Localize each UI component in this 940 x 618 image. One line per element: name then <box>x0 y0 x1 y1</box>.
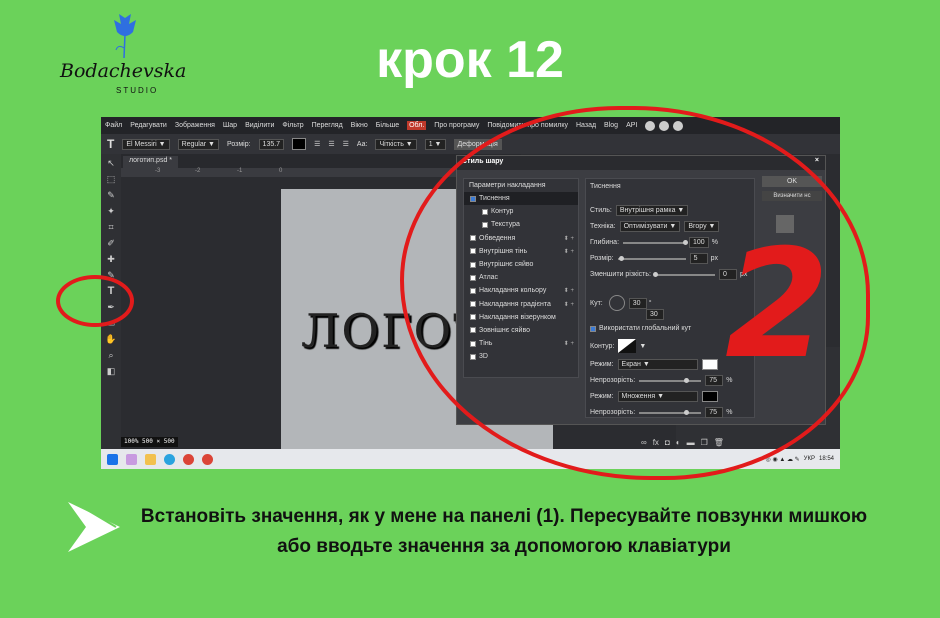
menu-item-image[interactable]: Зображення <box>175 122 215 129</box>
menu-item-filter[interactable]: Фільтр <box>282 122 303 129</box>
crop-tool-icon[interactable]: ⌗ <box>105 222 117 232</box>
font-select[interactable]: El Messiri ▼ <box>122 138 170 150</box>
text-tool-highlight-ring <box>56 275 134 327</box>
chrome-active-icon[interactable] <box>202 453 213 465</box>
menu-item-layer[interactable]: Шар <box>223 122 237 129</box>
menu-item-select[interactable]: Виділити <box>245 122 274 129</box>
annotation-number: 2 <box>725 218 830 392</box>
language-indicator[interactable]: УКР <box>804 456 815 462</box>
copilot-icon[interactable] <box>126 453 137 465</box>
menu-item-about[interactable]: Про програму <box>434 122 479 129</box>
ruler-tick: -1 <box>237 168 243 174</box>
zoom-tool-icon[interactable]: ⌕ <box>105 350 117 360</box>
menu-item-more[interactable]: Більше <box>376 122 399 129</box>
clock[interactable]: 18:54 <box>819 456 834 462</box>
align-left-icon[interactable]: ☰ <box>314 140 320 148</box>
font-style-select[interactable]: Regular ▼ <box>177 138 219 150</box>
text-tool-icon[interactable]: T <box>107 137 114 151</box>
telegram-icon[interactable] <box>164 453 175 465</box>
menu-item-window[interactable]: Вікно <box>351 122 368 129</box>
hand-tool-icon[interactable]: ✋ <box>105 334 117 344</box>
text-color-swatch[interactable] <box>292 138 307 150</box>
close-icon[interactable]: × <box>815 157 819 164</box>
menu-item-view[interactable]: Перегляд <box>312 122 343 129</box>
zoom-status: 100% 500 × 500 <box>121 437 178 447</box>
font-size-label: Розмір: <box>226 140 251 148</box>
chevron-right-icon <box>68 501 120 552</box>
line-select[interactable]: 1 ▼ <box>424 138 446 150</box>
menu-item-account[interactable]: Обл. <box>407 121 427 130</box>
document-tab[interactable]: логотип.psd * <box>123 156 179 168</box>
color-swatches-icon[interactable]: ◧ <box>105 366 117 376</box>
ruler-tick: -2 <box>195 168 201 174</box>
instruction-text: Встановіть значення, як у мене на панелі… <box>140 506 868 557</box>
system-tray: ◔ ◎ ◉ ▲ ☁ ✎ УКР 18:54 <box>760 456 840 463</box>
eyedropper-tool-icon[interactable]: ✐ <box>105 238 117 248</box>
ruler-tick: 0 <box>279 168 283 174</box>
marquee-tool-icon[interactable]: ⬚ <box>105 174 117 184</box>
aa-label: Aa: <box>356 140 368 148</box>
wand-tool-icon[interactable]: ✦ <box>105 206 117 216</box>
heal-tool-icon[interactable]: ✚ <box>105 254 117 264</box>
menu-item-file[interactable]: Файл <box>105 122 122 129</box>
lasso-tool-icon[interactable]: ✎ <box>105 190 117 200</box>
ruler-tick: -3 <box>155 168 161 174</box>
antialias-select[interactable]: Чіткість ▼ <box>375 138 417 150</box>
chrome-icon[interactable] <box>183 453 194 465</box>
instruction-block: Встановіть значення, як у мене на панелі… <box>60 488 880 566</box>
menu-item-edit[interactable]: Редагувати <box>130 122 167 129</box>
font-size-input[interactable]: 135.7 <box>258 138 285 150</box>
align-center-icon[interactable]: ☰ <box>328 140 334 148</box>
align-right-icon[interactable]: ☰ <box>343 140 349 148</box>
step-title: крок 12 <box>376 31 564 89</box>
windows-start-icon[interactable] <box>107 453 118 465</box>
file-explorer-icon[interactable] <box>145 453 156 465</box>
move-tool-icon[interactable]: ↖ <box>105 158 117 168</box>
